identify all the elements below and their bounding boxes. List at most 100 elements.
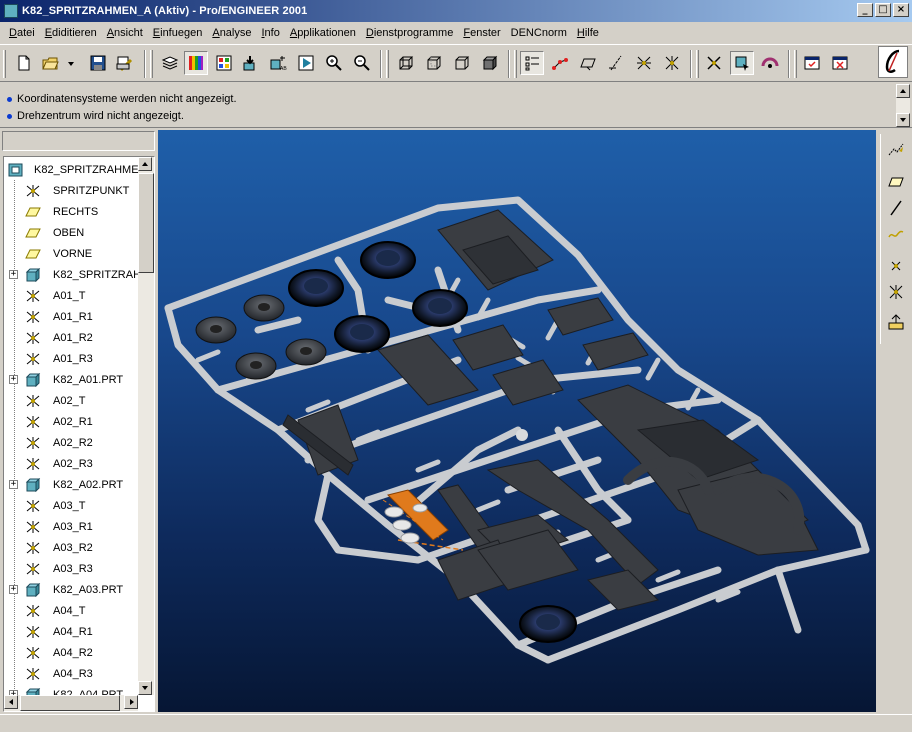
window-activate-button[interactable]	[800, 51, 824, 75]
csys-display-button[interactable]	[660, 51, 684, 75]
model-setup-button[interactable]	[212, 51, 236, 75]
datum-plane-icon	[25, 205, 41, 219]
point-display-button[interactable]	[632, 51, 656, 75]
menu-item[interactable]: Hilfe	[572, 23, 604, 43]
menu-item[interactable]: Applikationen	[285, 23, 361, 43]
menu-item[interactable]: Einfuegen	[148, 23, 208, 43]
toolbar-grip[interactable]	[514, 50, 517, 78]
wireframe-button[interactable]	[394, 51, 418, 75]
tree-item[interactable]: A04_R2	[4, 642, 139, 663]
tree-item[interactable]: + K82_A01.PRT	[4, 369, 139, 390]
axis-display-button[interactable]	[604, 51, 628, 75]
command-input[interactable]	[2, 131, 155, 151]
open-dropdown-button[interactable]	[64, 51, 78, 75]
tree-item[interactable]: A02_R2	[4, 432, 139, 453]
tree-item[interactable]: OBEN	[4, 222, 139, 243]
expand-plus-icon[interactable]: +	[9, 480, 18, 489]
print-button[interactable]	[112, 51, 136, 75]
toolbar-grip[interactable]	[3, 50, 6, 78]
toolbar-grip[interactable]	[386, 50, 389, 78]
color-appearance-button[interactable]	[184, 51, 208, 75]
datum-point-tool-button[interactable]	[884, 254, 908, 278]
menu-item[interactable]: Fenster	[458, 23, 505, 43]
scroll-thumb[interactable]	[20, 695, 120, 711]
scroll-left-button[interactable]	[4, 695, 18, 709]
scroll-up-button[interactable]	[138, 157, 152, 171]
new-file-button[interactable]	[12, 51, 36, 75]
datum-planes-toggle[interactable]	[520, 51, 544, 75]
datum-axis-tool-button[interactable]	[884, 196, 908, 220]
scroll-down-button[interactable]	[896, 113, 910, 127]
window-close-button[interactable]	[828, 51, 852, 75]
tree-item[interactable]: + K82_A02.PRT	[4, 474, 139, 495]
datum-axes-toggle[interactable]	[548, 51, 572, 75]
tree-item[interactable]: A04_R3	[4, 663, 139, 684]
regenerate-button[interactable]	[238, 51, 262, 75]
menu-item[interactable]: Ediditieren	[40, 23, 102, 43]
toolbar-grip[interactable]	[794, 50, 797, 78]
tree-item[interactable]: A03_T	[4, 495, 139, 516]
zoom-in-button[interactable]	[322, 51, 346, 75]
zoom-out-button[interactable]	[350, 51, 374, 75]
scroll-down-button[interactable]	[138, 681, 152, 695]
tree-root-item[interactable]: K82_SPRITZRAHMEN_A	[4, 159, 154, 180]
tree-item[interactable]: A03_R2	[4, 537, 139, 558]
spin-center-button[interactable]	[294, 51, 318, 75]
tree-item[interactable]: A01_T	[4, 285, 139, 306]
tree-item[interactable]: A01_R3	[4, 348, 139, 369]
tree-item[interactable]: A04_T	[4, 600, 139, 621]
scroll-right-button[interactable]	[124, 695, 138, 709]
maximize-button[interactable]: □	[875, 3, 891, 17]
graphics-viewport[interactable]	[158, 130, 876, 712]
tree-item[interactable]: A04_R1	[4, 621, 139, 642]
open-file-button[interactable]	[38, 51, 62, 75]
analysis-tool-button[interactable]	[884, 310, 908, 334]
shading-button[interactable]	[478, 51, 502, 75]
tree-item[interactable]: A03_R1	[4, 516, 139, 537]
tree-item[interactable]: A02_R1	[4, 411, 139, 432]
no-hidden-button[interactable]	[450, 51, 474, 75]
minimize-button[interactable]: _	[857, 3, 873, 17]
model-tree-hscrollbar[interactable]	[4, 695, 138, 711]
datum-plane-display-button[interactable]	[576, 51, 600, 75]
tree-item[interactable]: A02_R3	[4, 453, 139, 474]
save-button[interactable]	[86, 51, 110, 75]
layers-button[interactable]	[158, 51, 182, 75]
expand-plus-icon[interactable]: +	[9, 375, 18, 384]
scroll-thumb[interactable]	[138, 173, 154, 273]
scroll-up-button[interactable]	[896, 84, 910, 98]
hidden-line-button[interactable]	[422, 51, 446, 75]
menu-item[interactable]: Analyse	[207, 23, 256, 43]
toolbar-grip[interactable]	[150, 50, 153, 78]
expand-plus-icon[interactable]: +	[9, 270, 18, 279]
tree-item[interactable]: A01_R1	[4, 306, 139, 327]
tree-item[interactable]: A02_T	[4, 390, 139, 411]
tree-item[interactable]: SPRITZPUNKT	[4, 180, 139, 201]
model-tree-vscrollbar[interactable]	[138, 157, 154, 695]
datum-plane-tool-button[interactable]	[884, 170, 908, 194]
scroll-track[interactable]	[896, 98, 910, 113]
csys-tool-button[interactable]	[884, 280, 908, 304]
close-button[interactable]: ×	[893, 3, 909, 17]
tree-item[interactable]: +K82_SPRITZRAHMEN.PRT	[4, 264, 154, 285]
menu-item[interactable]: Ansicht	[102, 23, 148, 43]
datum-curve-tool-button[interactable]	[884, 222, 908, 246]
sketch-tool-button[interactable]	[884, 138, 908, 162]
selection-filter-button[interactable]	[702, 51, 726, 75]
insert-feature-button[interactable]: AB	[266, 51, 290, 75]
tree-item[interactable]: VORNE	[4, 243, 139, 264]
message-scrollbar[interactable]	[896, 84, 910, 127]
expand-plus-icon[interactable]: +	[9, 585, 18, 594]
select-button[interactable]	[730, 51, 754, 75]
toolbar-grip[interactable]	[696, 50, 699, 78]
toolbar-separator	[508, 50, 510, 78]
appearance-button[interactable]	[758, 51, 782, 75]
menu-item[interactable]: Info	[256, 23, 284, 43]
tree-item[interactable]: + K82_A03.PRT	[4, 579, 139, 600]
tree-item[interactable]: A01_R2	[4, 327, 139, 348]
menu-item[interactable]: Datei	[4, 23, 40, 43]
menu-item[interactable]: DENCnorm	[506, 23, 572, 43]
menu-item[interactable]: Dienstprogramme	[361, 23, 458, 43]
tree-item[interactable]: RECHTS	[4, 201, 139, 222]
tree-item[interactable]: A03_R3	[4, 558, 139, 579]
